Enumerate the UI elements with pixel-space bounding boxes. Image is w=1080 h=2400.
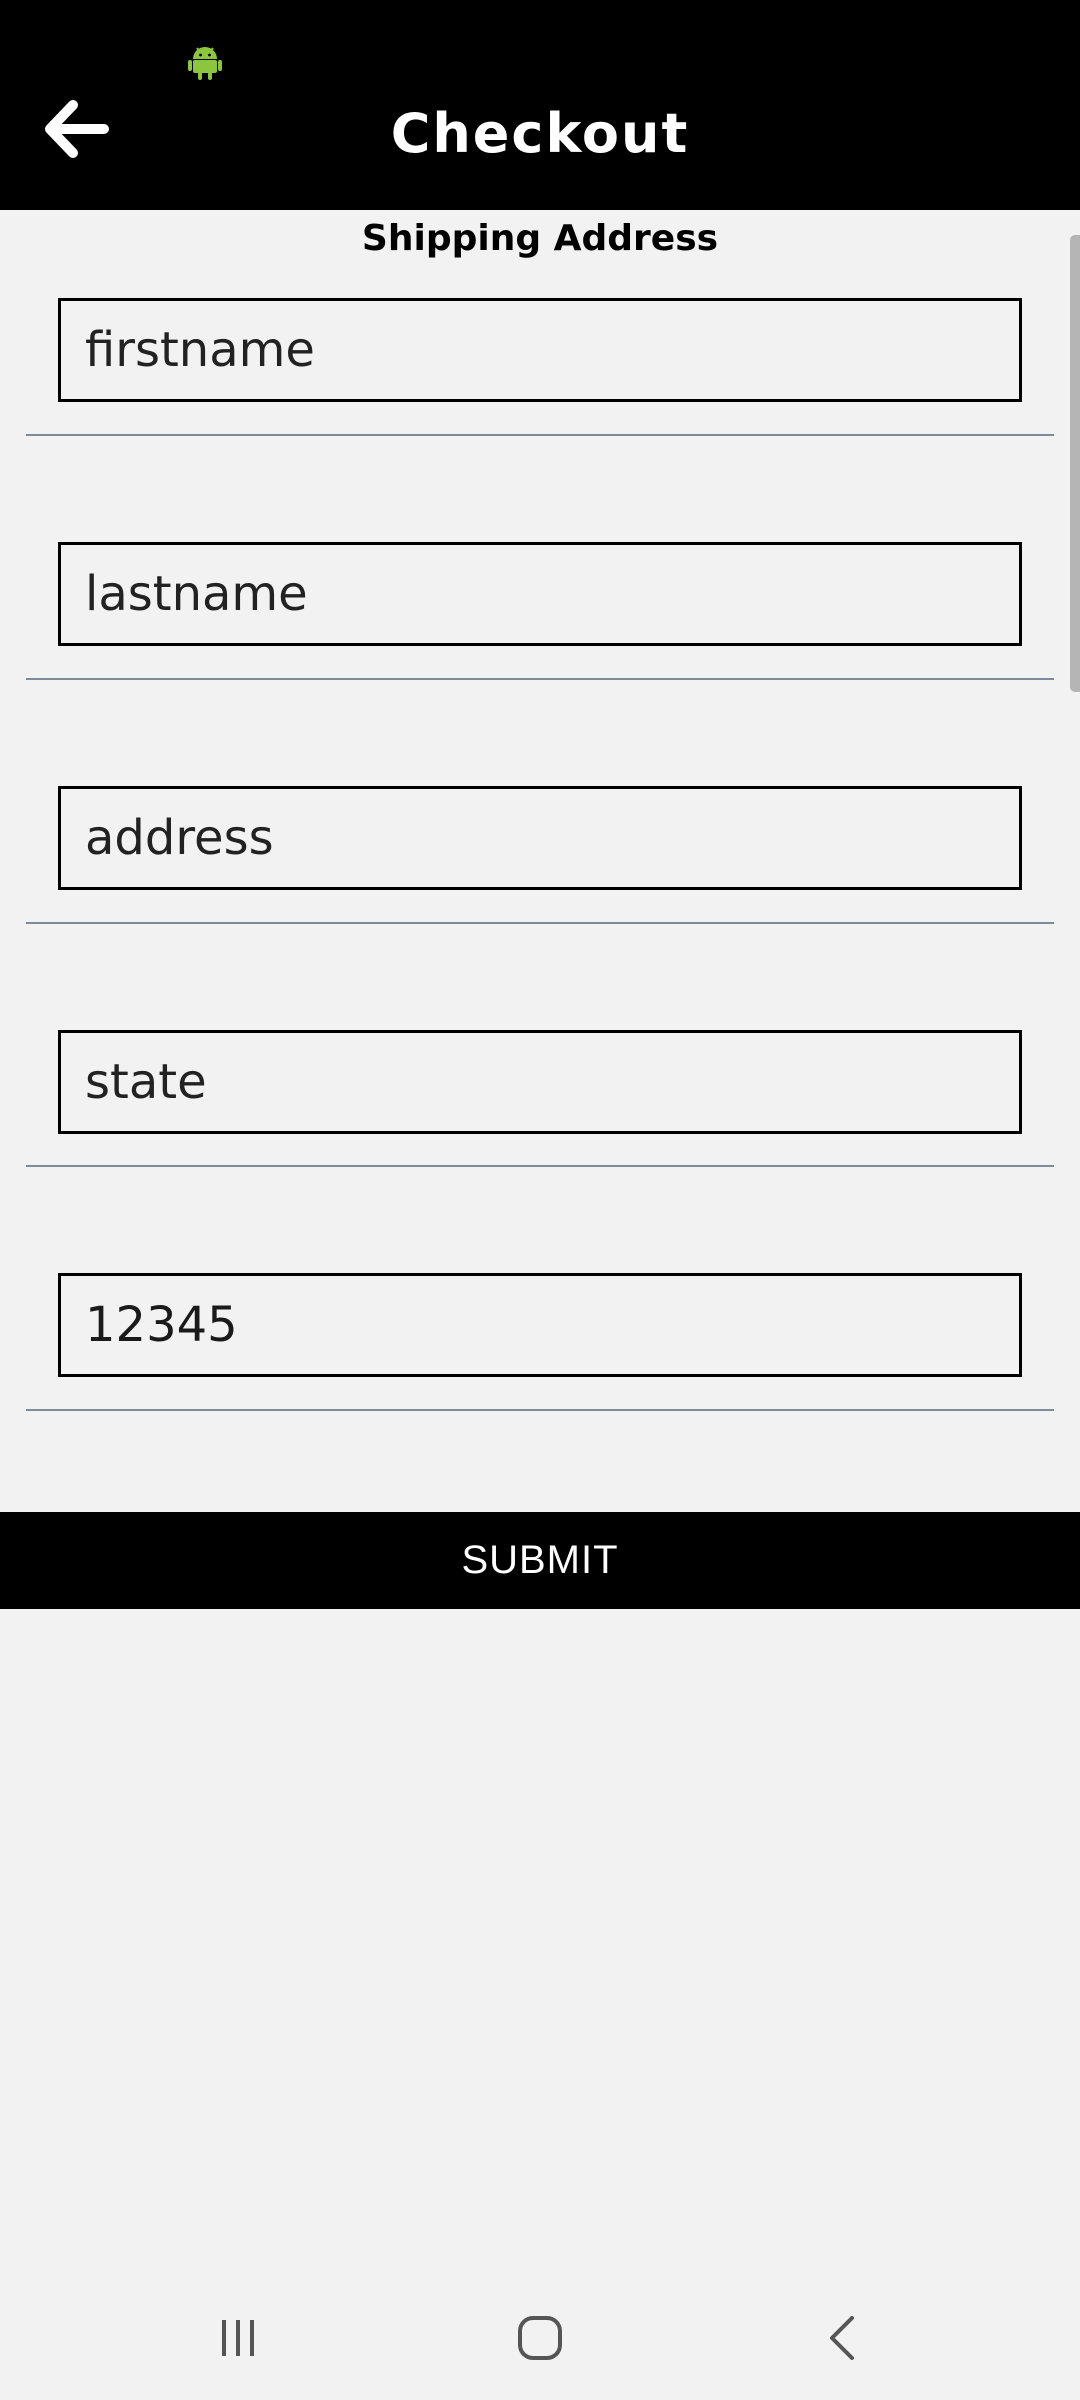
system-back-button[interactable]: [782, 2300, 902, 2380]
state-field[interactable]: [58, 1030, 1022, 1134]
recents-icon: [216, 2316, 260, 2365]
home-button[interactable]: [480, 2300, 600, 2380]
section-title: Shipping Address: [361, 218, 719, 259]
divider: [26, 1409, 1054, 1411]
zip-field[interactable]: [58, 1273, 1022, 1377]
scrollbar[interactable]: [1070, 235, 1080, 692]
app-bar: Checkout: [0, 0, 1080, 210]
divider: [26, 434, 1054, 436]
android-icon: [188, 44, 222, 80]
home-icon: [516, 2314, 564, 2367]
address-field[interactable]: [58, 786, 1022, 890]
submit-button[interactable]: SUBMIT: [0, 1512, 1080, 1609]
page-title: Checkout: [390, 102, 690, 165]
back-icon: [824, 2314, 860, 2367]
recents-button[interactable]: [178, 2300, 298, 2380]
lastname-field[interactable]: [58, 542, 1022, 646]
divider: [26, 678, 1054, 680]
divider: [26, 1165, 1054, 1167]
divider: [26, 922, 1054, 924]
firstname-field[interactable]: [58, 298, 1022, 402]
